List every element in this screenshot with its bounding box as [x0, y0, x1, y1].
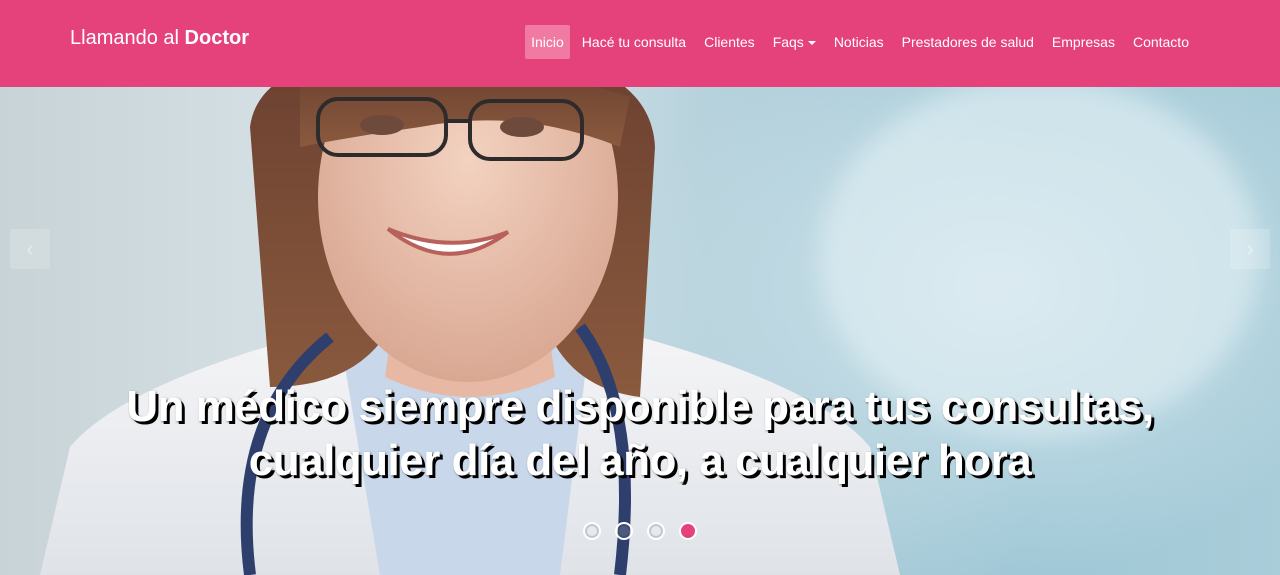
carousel-indicator-4[interactable]: [679, 522, 697, 540]
nav-item-hace-tu-consulta[interactable]: Hacé tu consulta: [576, 25, 692, 59]
caret-down-icon: [807, 41, 816, 46]
hero-carousel: ‹ › Un médico siempre disponible para tu…: [0, 87, 1280, 575]
nav-item-faqs[interactable]: Faqs: [767, 25, 822, 59]
hero-caption: Un médico siempre disponible para tus co…: [0, 380, 1280, 488]
doctor-photo: [40, 87, 1260, 575]
nav-item-clientes[interactable]: Clientes: [698, 25, 761, 59]
nav-item-noticias[interactable]: Noticias: [828, 25, 890, 59]
brand-bold: Doctor: [184, 27, 249, 49]
brand-prefix: Llamando al: [70, 27, 185, 49]
nav-item-faqs-label: Faqs: [772, 34, 804, 50]
carousel-indicator-3[interactable]: [647, 522, 665, 540]
hero-caption-line-1: Un médico siempre disponible para tus co…: [126, 382, 1154, 431]
navbar: Llamando al Doctor Inicio Hacé tu consul…: [0, 0, 1280, 87]
nav-item-contacto[interactable]: Contacto: [1127, 25, 1195, 59]
carousel-indicators: [0, 522, 1280, 540]
nav-item-prestadores-de-salud[interactable]: Prestadores de salud: [896, 25, 1040, 59]
main-nav: Inicio Hacé tu consulta Clientes Faqs No…: [519, 25, 1195, 59]
hero-caption-line-2: cualquier día del año, a cualquier hora: [248, 436, 1032, 485]
nav-item-empresas[interactable]: Empresas: [1046, 25, 1121, 59]
brand-logo[interactable]: Llamando al Doctor: [70, 26, 249, 50]
nav-item-inicio[interactable]: Inicio: [525, 25, 570, 59]
carousel-indicator-1[interactable]: [583, 522, 601, 540]
carousel-indicator-2[interactable]: [615, 522, 633, 540]
carousel-next-button[interactable]: ›: [1230, 229, 1270, 269]
carousel-prev-button[interactable]: ‹: [10, 229, 50, 269]
chevron-right-icon: ›: [1246, 236, 1254, 261]
chevron-left-icon: ‹: [26, 236, 34, 261]
